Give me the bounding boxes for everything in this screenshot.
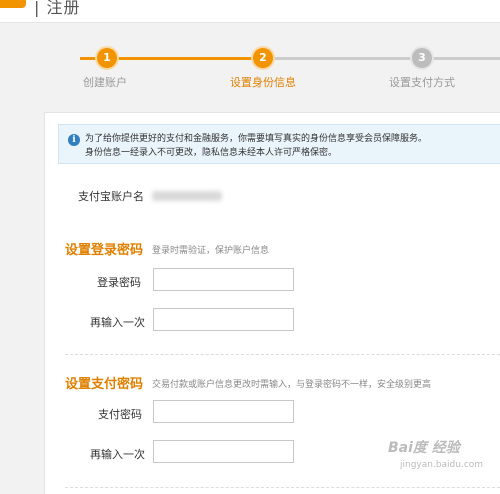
pay-password-label: 支付密码 bbox=[98, 408, 142, 421]
section-divider-bottom bbox=[65, 487, 500, 488]
pay-password-confirm-input[interactable] bbox=[153, 440, 294, 463]
login-password-input[interactable] bbox=[153, 268, 294, 291]
pay-password-section-desc: 交易付款或账户信息更改时需输入，与登录密码不一样，安全级别更高 bbox=[152, 380, 432, 390]
step-1-label: 创建账户 bbox=[83, 76, 127, 89]
watermark-url: jingyan.baidu.com bbox=[400, 460, 484, 470]
notice-line-2: 身份信息一经录入不可更改，隐私信息未经本人许可严格保密。 bbox=[85, 148, 338, 158]
pay-password-section-title: 设置支付密码 bbox=[65, 377, 144, 392]
info-icon: i bbox=[68, 134, 80, 146]
step-connector-pending bbox=[262, 57, 500, 60]
step-3-label: 设置支付方式 bbox=[389, 76, 455, 89]
login-password-confirm-input[interactable] bbox=[153, 308, 294, 331]
top-header: | 注册 bbox=[0, 0, 500, 23]
pay-password-input[interactable] bbox=[153, 400, 294, 423]
pay-password-confirm-label: 再输入一次 bbox=[90, 448, 145, 461]
step-3-circle: 3 bbox=[412, 48, 432, 68]
info-notice: i 为了给你提供更好的支付和金融服务，你需要填写真实的身份信息享受会员保障服务。… bbox=[58, 124, 500, 164]
account-name-value-blurred bbox=[152, 191, 222, 201]
login-password-section-desc: 登录时需验证，保护账户信息 bbox=[152, 246, 270, 256]
logo bbox=[0, 0, 26, 8]
login-password-section-title: 设置登录密码 bbox=[65, 243, 144, 258]
page-title: | 注册 bbox=[34, 0, 81, 17]
step-2-label: 设置身份信息 bbox=[230, 76, 296, 89]
account-name-label: 支付宝账户名 bbox=[78, 190, 144, 203]
baidu-jingyan-watermark: Bai度 经验 bbox=[388, 440, 460, 456]
login-password-label: 登录密码 bbox=[97, 276, 141, 289]
step-2-circle: 2 bbox=[253, 48, 273, 68]
step-1-circle: 1 bbox=[97, 48, 117, 68]
notice-line-1: 为了给你提供更好的支付和金融服务，你需要填写真实的身份信息享受会员保障服务。 bbox=[85, 134, 428, 144]
progress-stepper: 1 2 3 创建账户 设置身份信息 设置支付方式 bbox=[0, 40, 500, 100]
section-divider bbox=[65, 354, 500, 355]
login-password-confirm-label: 再输入一次 bbox=[90, 316, 145, 329]
